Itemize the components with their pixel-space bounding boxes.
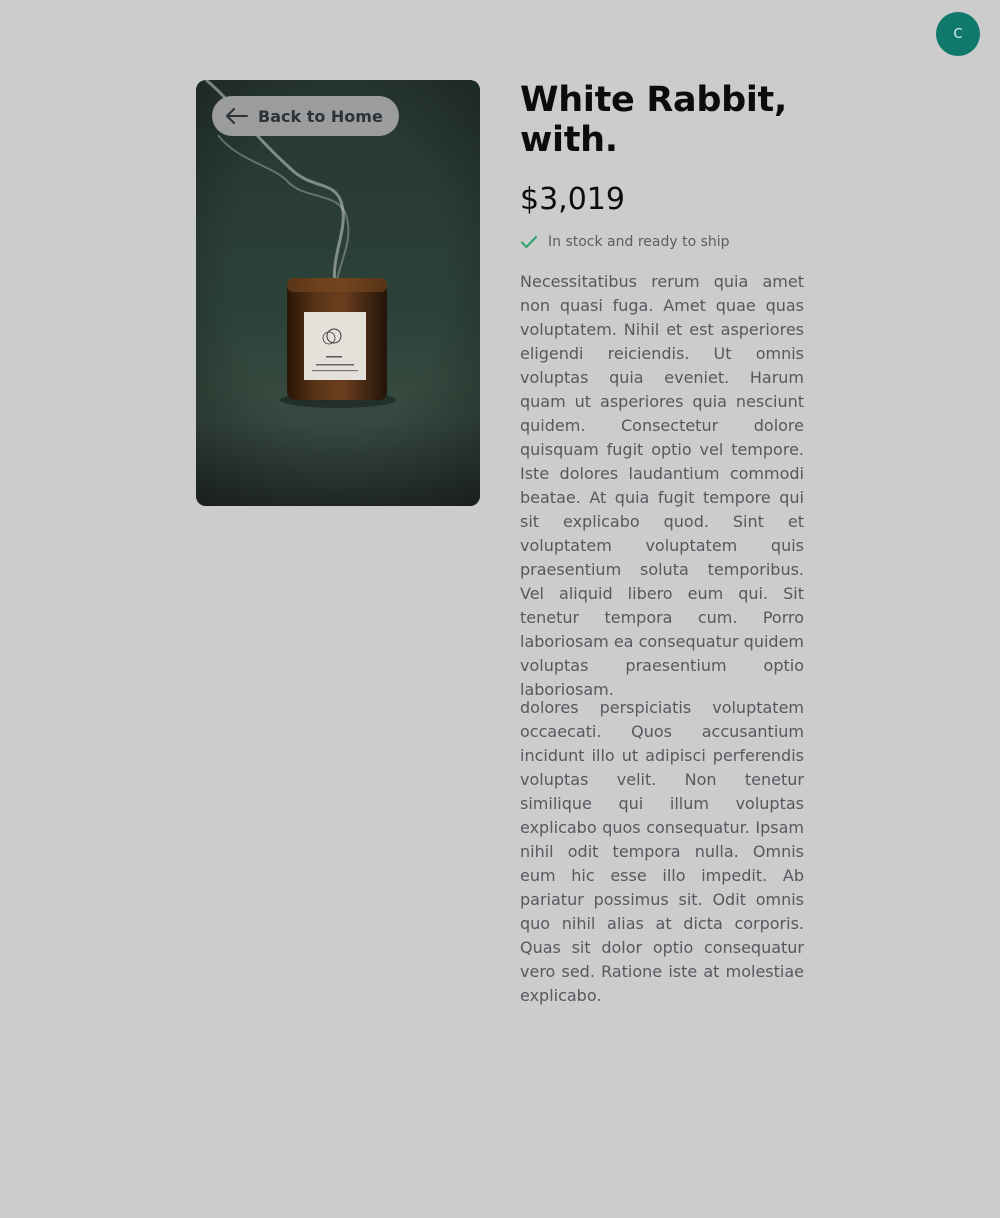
avatar-initial: C <box>953 26 963 42</box>
stock-status: In stock and ready to ship <box>520 234 804 250</box>
description-paragraph: Necessitatibus rerum quia amet non quasi… <box>520 272 804 699</box>
product-info: White Rabbit, with. $3,019 In stock and … <box>520 80 804 1008</box>
arrow-left-icon <box>226 108 248 124</box>
product-description: Necessitatibus rerum quia amet non quasi… <box>520 270 804 1008</box>
product-price: $3,019 <box>520 182 625 217</box>
back-button-label: Back to Home <box>258 106 383 126</box>
check-icon <box>520 235 538 249</box>
back-to-home-button[interactable]: Back to Home <box>212 96 399 136</box>
user-avatar[interactable]: C <box>936 12 980 56</box>
description-paragraph: dolores perspiciatis voluptatem occaecat… <box>520 698 804 1005</box>
product-title: White Rabbit, with. <box>520 80 787 160</box>
product-image <box>196 80 480 506</box>
stock-status-label: In stock and ready to ship <box>548 234 730 250</box>
